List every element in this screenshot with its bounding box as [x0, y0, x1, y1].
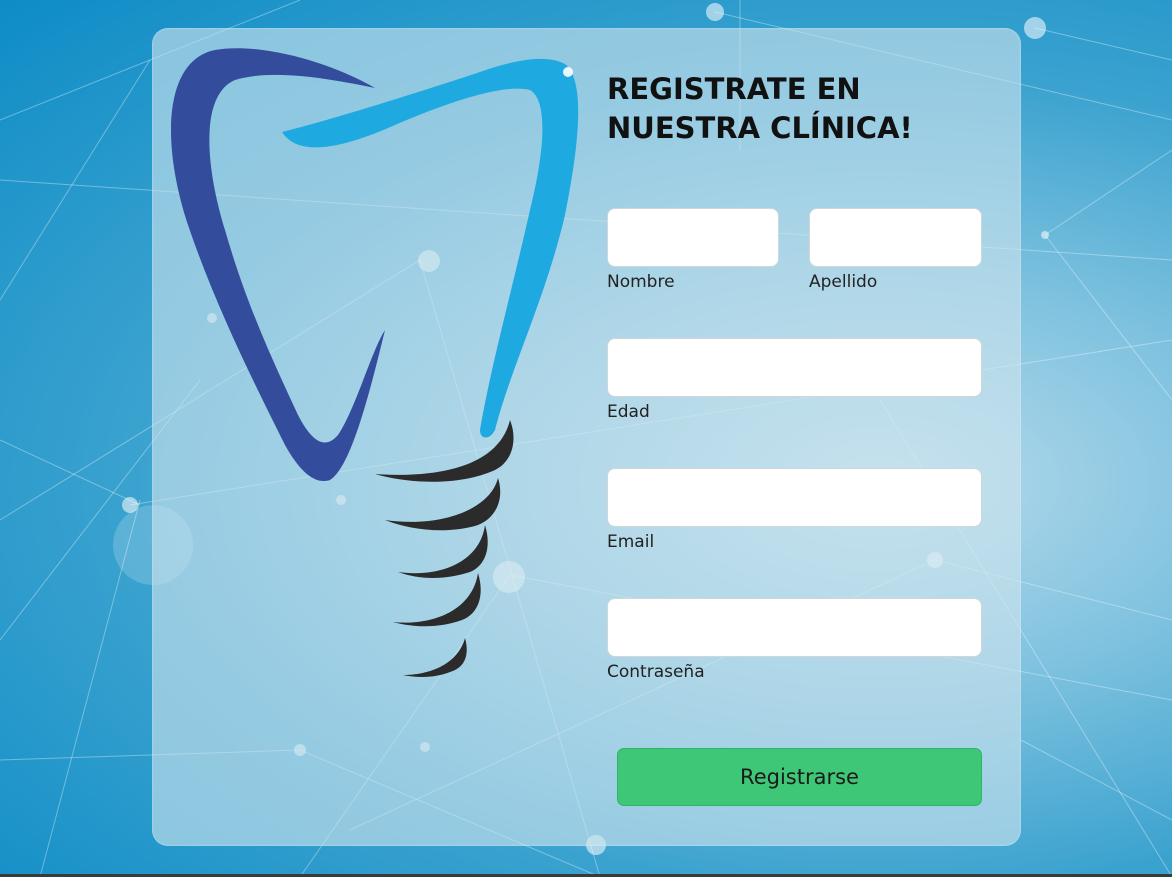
apellido-label: Apellido [809, 272, 878, 292]
contrasena-field-group: Contraseña [607, 598, 982, 682]
contrasena-label: Contraseña [607, 662, 705, 682]
edad-field-group: Edad [607, 338, 982, 422]
form-title: REGISTRATE EN NUESTRA CLÍNICA! [607, 72, 913, 145]
nombre-input[interactable] [607, 208, 779, 267]
implant-screw [375, 420, 514, 677]
email-field-group: Email [607, 468, 982, 552]
dental-implant-logo-icon [171, 48, 579, 677]
email-input[interactable] [607, 468, 982, 527]
sparkle [563, 67, 573, 77]
edad-input[interactable] [607, 338, 982, 397]
apellido-input[interactable] [809, 208, 982, 267]
apellido-field-group: Apellido [809, 208, 982, 292]
edad-label: Edad [607, 402, 650, 422]
email-label: Email [607, 532, 655, 552]
password-input[interactable] [607, 598, 982, 657]
nombre-field-group: Nombre [607, 208, 779, 292]
tooth-right-stroke [282, 58, 579, 438]
register-button[interactable]: Registrarse [617, 748, 982, 806]
nombre-label: Nombre [607, 272, 675, 292]
